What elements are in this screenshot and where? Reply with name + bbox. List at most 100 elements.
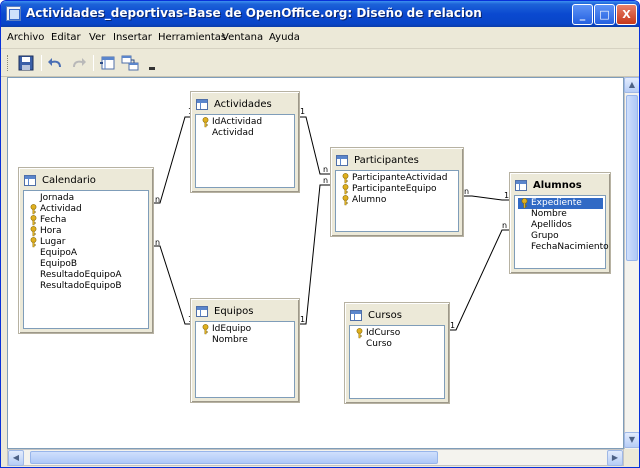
title-bar[interactable]: Actividades_deportivas-Base de OpenOffic… [1,1,639,27]
field-item[interactable]: EquipoB [27,259,146,270]
table-icon [196,99,208,110]
field-item[interactable]: ResultadoEquipoB [27,281,146,292]
field-item-selected[interactable]: Expediente [518,198,603,209]
table-window-equipos[interactable]: Equipos IdEquipo Nombre [190,298,300,403]
field-item[interactable]: ResultadoEquipoA [27,270,146,281]
toolbar-options-icon[interactable] [143,54,155,72]
menu-insertar[interactable]: Insertar [113,32,152,43]
field-name: Actividad [212,128,254,138]
menu-ayuda[interactable]: Ayuda [269,32,300,43]
window-title: Actividades_deportivas-Base de OpenOffic… [26,6,482,20]
field-name: Alumno [352,195,387,205]
field-name: IdEquipo [212,324,252,334]
minimize-button[interactable]: _ [572,4,593,25]
field-name: IdCurso [366,328,401,338]
primary-key-icon [341,195,350,206]
app-icon [6,6,21,21]
vertical-scrollbar[interactable]: ▲ ▼ [624,77,639,449]
field-name: EquipoA [40,248,77,258]
field-item[interactable]: Jornada [27,193,146,204]
relation-label: n [155,195,160,204]
toolbar-grip[interactable] [7,55,10,71]
table-header[interactable]: Participantes [334,151,460,171]
menu-editar[interactable]: Editar [51,32,81,43]
new-relation-icon[interactable] [99,54,117,72]
scroll-up-icon[interactable]: ▲ [624,77,639,93]
redo-icon[interactable] [69,54,87,72]
table-window-calendario[interactable]: Calendario Jornada Actividad Fecha Hora … [18,167,154,334]
menu-herramientas[interactable]: Herramientas [158,32,226,43]
relation-label: n [155,238,160,247]
primary-key-icon [341,184,350,195]
relation-design-canvas[interactable]: n 1 n 1 1 n 1 n n 1 1 n Actividades IdAc… [7,77,624,449]
save-icon[interactable] [17,54,35,72]
field-item[interactable]: ParticipanteEquipo [339,184,456,195]
table-icon [24,175,36,186]
horizontal-scrollbar[interactable]: ◀ ▶ [7,449,624,466]
field-item[interactable]: IdEquipo [199,324,292,335]
primary-key-icon [355,328,364,339]
maximize-button[interactable]: □ [594,4,615,25]
field-item[interactable]: Alumno [339,195,456,206]
table-window-actividades[interactable]: Actividades IdActividad Actividad [190,91,300,193]
field-list[interactable]: ParticipanteActividad ParticipanteEquipo… [335,170,459,232]
menu-ventana[interactable]: Ventana [222,32,263,43]
field-item[interactable]: IdCurso [353,328,442,339]
field-name: Nombre [531,209,567,219]
table-icon [196,306,208,317]
table-window-alumnos[interactable]: Alumnos Expediente Nombre Apellidos Grup… [509,172,611,274]
field-item[interactable]: Grupo [518,231,603,242]
table-window-participantes[interactable]: Participantes ParticipanteActividad Part… [330,147,464,237]
field-item[interactable]: Lugar [27,237,146,248]
field-item[interactable]: IdActividad [199,117,292,128]
table-icon [515,180,527,191]
relation-label: n [464,187,469,196]
table-title: Actividades [214,99,272,110]
field-name: Lugar [40,237,66,247]
vertical-scroll-thumb[interactable] [626,95,638,261]
field-item[interactable]: Hora [27,226,146,237]
menu-archivo[interactable]: Archivo [7,32,44,43]
relation-label: n [323,165,328,174]
field-item[interactable]: Actividad [199,128,292,139]
primary-key-icon [520,198,529,209]
horizontal-scroll-thumb[interactable] [30,451,438,464]
scroll-right-icon[interactable]: ▶ [607,450,623,466]
table-header[interactable]: Actividades [194,95,296,115]
field-list[interactable]: Expediente Nombre Apellidos Grupo FechaN… [514,195,609,269]
field-list[interactable]: IdEquipo Nombre [195,321,295,398]
relation-label: 1 [300,315,305,324]
add-tables-icon[interactable] [121,54,139,72]
table-header[interactable]: Equipos [194,302,296,322]
field-item[interactable]: Nombre [518,209,603,220]
field-item[interactable]: ParticipanteActividad [339,173,456,184]
field-name: Fecha [40,215,67,225]
scroll-left-icon[interactable]: ◀ [8,450,24,466]
field-item[interactable]: Apellidos [518,220,603,231]
table-icon [336,155,348,166]
undo-icon[interactable] [47,54,65,72]
field-item[interactable]: Curso [353,339,442,350]
field-item[interactable]: Fecha [27,215,146,226]
table-header[interactable]: Calendario [22,171,150,191]
table-title: Equipos [214,306,254,317]
scroll-down-icon[interactable]: ▼ [624,432,639,448]
primary-key-icon [29,226,38,237]
field-item[interactable]: FechaNacimiento [518,242,609,253]
relation-label: n [323,176,328,185]
field-item[interactable]: Actividad [27,204,146,215]
menu-ver[interactable]: Ver [89,32,105,43]
field-list[interactable]: Jornada Actividad Fecha Hora Lugar Equip… [23,190,149,329]
table-window-cursos[interactable]: Cursos IdCurso Curso [344,302,450,404]
field-item[interactable]: EquipoA [27,248,146,259]
menu-bar: Archivo Editar Ver Insertar Herramientas… [1,27,639,49]
field-list[interactable]: IdActividad Actividad [195,114,295,188]
table-header[interactable]: Alumnos [513,176,607,196]
field-list[interactable]: IdCurso Curso [349,325,445,399]
field-name: Expediente [531,198,582,208]
field-name: Actividad [40,204,82,214]
close-button[interactable]: X [616,4,637,25]
table-header[interactable]: Cursos [348,306,446,326]
field-item[interactable]: Nombre [199,335,292,346]
table-title: Cursos [368,310,402,321]
